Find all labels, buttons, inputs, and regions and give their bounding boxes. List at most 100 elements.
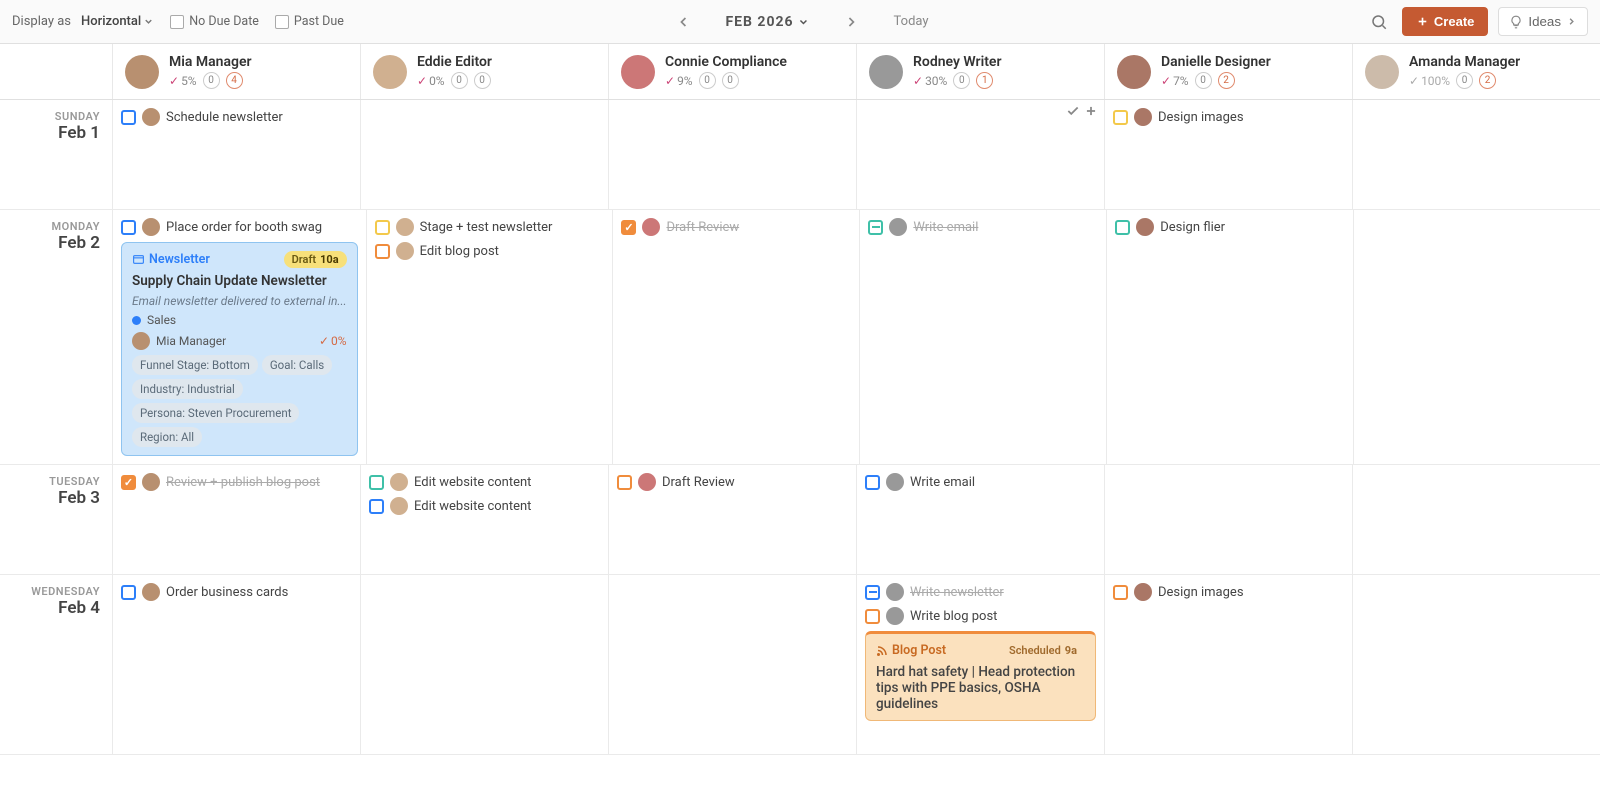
task-text: Edit website content: [414, 475, 531, 490]
tag[interactable]: Persona: Steven Procurement: [132, 403, 299, 423]
task-checkbox[interactable]: [369, 499, 384, 514]
display-as-dropdown[interactable]: Horizontal: [81, 14, 154, 29]
create-button[interactable]: Create: [1402, 7, 1488, 36]
task-text: Edit website content: [414, 499, 531, 514]
task-item[interactable]: Schedule newsletter: [121, 108, 352, 126]
cell[interactable]: Draft Review: [608, 465, 856, 574]
cell[interactable]: Edit website content Edit website conten…: [360, 465, 608, 574]
col-header-mia[interactable]: Mia Manager ✓5% 0 4: [112, 44, 360, 99]
task-item[interactable]: Write email: [868, 218, 1098, 236]
task-checkbox[interactable]: [1113, 110, 1128, 125]
col-header-amanda[interactable]: Amanda Manager ✓100% 0 2: [1352, 44, 1600, 99]
cell[interactable]: Design flier: [1106, 210, 1353, 464]
task-item[interactable]: Design flier: [1115, 218, 1345, 236]
task-text: Write email: [913, 220, 978, 235]
cell[interactable]: Schedule newsletter: [112, 100, 360, 209]
task-item[interactable]: Order business cards: [121, 583, 352, 601]
today-button[interactable]: Today: [894, 14, 929, 29]
cell[interactable]: Stage + test newsletter Edit blog post: [366, 210, 613, 464]
task-checkbox[interactable]: [375, 244, 390, 259]
task-item[interactable]: Edit website content: [369, 473, 600, 491]
cell[interactable]: Design images: [1104, 575, 1352, 754]
task-item[interactable]: Place order for booth swag: [121, 218, 358, 236]
cell[interactable]: Order business cards: [112, 575, 360, 754]
cell[interactable]: [1352, 465, 1600, 574]
dot-icon: [132, 316, 141, 325]
task-checkbox[interactable]: [617, 475, 632, 490]
no-due-date-checkbox[interactable]: No Due Date: [170, 14, 259, 29]
cell[interactable]: [608, 575, 856, 754]
cell[interactable]: [856, 100, 1104, 209]
col-info: Amanda Manager ✓100% 0 2: [1409, 54, 1520, 89]
col-header-connie[interactable]: Connie Compliance ✓9% 0 0: [608, 44, 856, 99]
task-checkbox[interactable]: [865, 475, 880, 490]
tag[interactable]: Region: All: [132, 427, 202, 447]
cell[interactable]: Draft Review: [612, 210, 859, 464]
card-status-pill: Scheduled 9a: [1001, 642, 1085, 659]
task-item[interactable]: Write blog post: [865, 607, 1096, 625]
card-title: Hard hat safety | Head protection tips w…: [876, 664, 1085, 712]
card-type: Blog Post: [876, 643, 946, 658]
ideas-button[interactable]: Ideas: [1498, 7, 1588, 36]
day-label: WEDNESDAY Feb 4: [0, 575, 112, 754]
col-header-eddie[interactable]: Eddie Editor ✓0% 0 0: [360, 44, 608, 99]
task-item[interactable]: Edit website content: [369, 497, 600, 515]
task-item[interactable]: Design images: [1113, 108, 1344, 126]
cell[interactable]: Review + publish blog post: [112, 465, 360, 574]
task-checkbox[interactable]: [369, 475, 384, 490]
search-button[interactable]: [1366, 9, 1392, 35]
cell[interactable]: Write email: [859, 210, 1106, 464]
past-due-checkbox[interactable]: Past Due: [275, 14, 344, 29]
cell[interactable]: [360, 100, 608, 209]
cell[interactable]: [1352, 100, 1600, 209]
task-item[interactable]: Edit blog post: [375, 242, 605, 260]
plus-icon: [1416, 15, 1429, 28]
cell[interactable]: Place order for booth swag Newsletter Dr…: [112, 210, 366, 464]
task-item[interactable]: Draft Review: [621, 218, 851, 236]
cell[interactable]: [1352, 575, 1600, 754]
cell[interactable]: [1353, 210, 1600, 464]
task-checkbox[interactable]: [1115, 220, 1130, 235]
task-checkbox[interactable]: [375, 220, 390, 235]
avatar: [886, 583, 904, 601]
avatar: [1134, 583, 1152, 601]
task-item[interactable]: Write email: [865, 473, 1096, 491]
task-checkbox[interactable]: [121, 475, 136, 490]
plus-icon[interactable]: [1084, 104, 1098, 118]
task-item[interactable]: Draft Review: [617, 473, 848, 491]
avatar: [373, 55, 407, 89]
prev-month-button[interactable]: [671, 10, 695, 34]
task-item[interactable]: Design images: [1113, 583, 1344, 601]
avatar: [142, 218, 160, 236]
next-month-button[interactable]: [840, 10, 864, 34]
col-header-rodney[interactable]: Rodney Writer ✓30% 0 1: [856, 44, 1104, 99]
task-checkbox[interactable]: [865, 609, 880, 624]
tag[interactable]: Goal: Calls: [262, 355, 332, 375]
task-checkbox[interactable]: [1113, 585, 1128, 600]
col-header-danielle[interactable]: Danielle Designer ✓7% 0 2: [1104, 44, 1352, 99]
tag[interactable]: Funnel Stage: Bottom: [132, 355, 258, 375]
cell[interactable]: Write email: [856, 465, 1104, 574]
task-text: Draft Review: [666, 220, 739, 235]
task-checkbox[interactable]: [121, 220, 136, 235]
task-checkbox[interactable]: [865, 585, 880, 600]
cell[interactable]: [360, 575, 608, 754]
tag[interactable]: Industry: Industrial: [132, 379, 243, 399]
cell[interactable]: [1104, 465, 1352, 574]
cell[interactable]: Design images: [1104, 100, 1352, 209]
task-item[interactable]: Stage + test newsletter: [375, 218, 605, 236]
avatar: [142, 108, 160, 126]
card-blogpost[interactable]: Blog Post Scheduled 9a Hard hat safety |…: [865, 631, 1096, 721]
task-item[interactable]: Review + publish blog post: [121, 473, 352, 491]
month-dropdown[interactable]: FEB 2026: [725, 14, 809, 30]
badge: 0: [451, 72, 468, 89]
task-checkbox[interactable]: [121, 585, 136, 600]
card-newsletter[interactable]: Newsletter Draft 10a Supply Chain Update…: [121, 242, 358, 456]
cell[interactable]: Write newsletter Write blog post Blog Po…: [856, 575, 1104, 754]
task-checkbox[interactable]: [621, 220, 636, 235]
cell[interactable]: [608, 100, 856, 209]
check-icon[interactable]: [1066, 104, 1080, 118]
task-checkbox[interactable]: [868, 220, 883, 235]
task-checkbox[interactable]: [121, 110, 136, 125]
task-item[interactable]: Write newsletter: [865, 583, 1096, 601]
